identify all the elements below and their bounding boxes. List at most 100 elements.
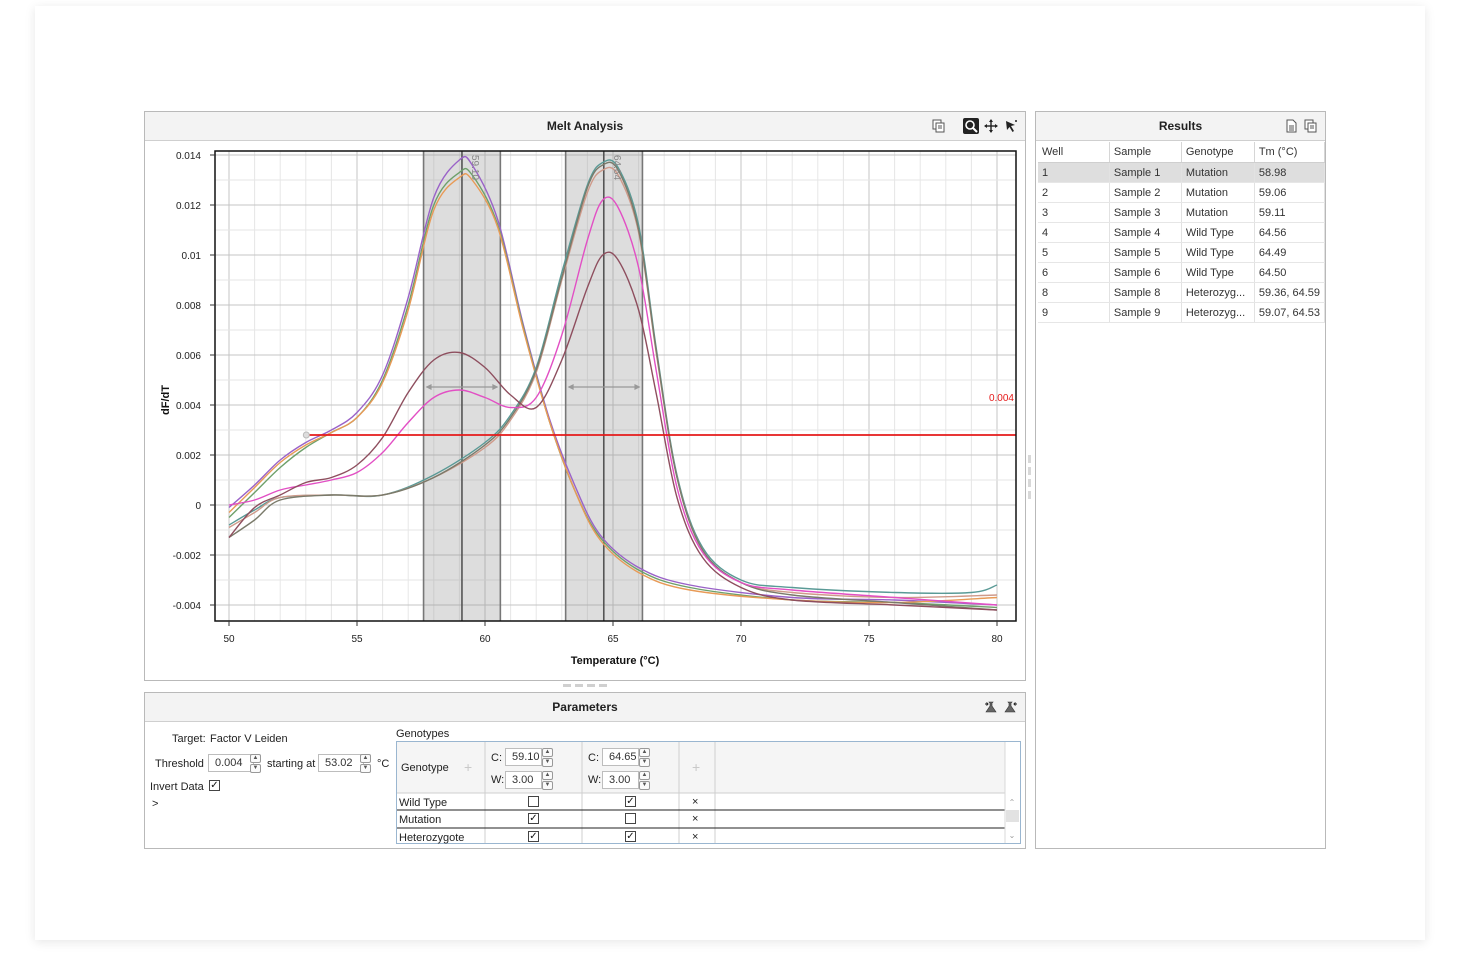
peak1-center-input[interactable]: 59.10 [505, 748, 542, 766]
table-row[interactable]: 2 Sample 2 Mutation 59.06 [1038, 182, 1326, 203]
results-panel-header: Results [1036, 112, 1325, 141]
params-panel-title: Parameters [552, 700, 618, 714]
results-panel-title: Results [1158, 119, 1203, 133]
copy-icon[interactable] [931, 118, 947, 134]
peak1-center-spinner[interactable]: ▲ ▼ [542, 748, 553, 767]
cell-sample: Sample 8 [1109, 282, 1182, 303]
delete-row-icon[interactable]: × [692, 796, 698, 808]
peak2-center-spinner[interactable]: ▲ ▼ [639, 748, 650, 767]
peak2-c-label: C: [588, 752, 599, 764]
cell-well: 3 [1038, 202, 1110, 223]
peak1-width-input[interactable]: 3.00 [505, 771, 542, 789]
cell-well: 6 [1038, 262, 1110, 283]
flask-export-icon[interactable] [983, 699, 999, 715]
cell-tm: 64.56 [1254, 222, 1326, 243]
peak2-center-input[interactable]: 64.65 [602, 748, 639, 766]
genotype-column-label: Genotype [401, 762, 449, 774]
target-value: Factor V Leiden [210, 733, 288, 745]
genotype-p1-checkbox[interactable]: ✓ [528, 831, 539, 842]
genotype-p2-checkbox[interactable]: ✓ [625, 796, 636, 807]
cell-well: 2 [1038, 182, 1110, 203]
table-row[interactable]: 5 Sample 5 Wild Type 64.49 [1038, 242, 1326, 263]
threshold-param-label: Threshold [155, 758, 204, 770]
table-row[interactable]: 3 Sample 3 Mutation 59.11 [1038, 202, 1326, 223]
cell-genotype: Heterozyg... [1181, 282, 1255, 303]
genotype-row-name: Mutation [399, 814, 442, 826]
genotypes-label: Genotypes [396, 728, 450, 740]
flask-import-icon[interactable] [1003, 699, 1019, 715]
genotype-row-name: Wild Type [399, 797, 448, 809]
starting-at-label: starting at [267, 758, 316, 770]
vertical-splitter[interactable] [1028, 455, 1032, 505]
cell-tm: 59.36, 64.59 [1254, 282, 1326, 303]
cell-well: 5 [1038, 242, 1110, 263]
cell-well: 9 [1038, 302, 1110, 323]
melt-panel-title: Melt Analysis [546, 119, 624, 133]
cell-tm: 64.49 [1254, 242, 1326, 263]
unit-label: °C [377, 758, 390, 770]
genotype-p1-checkbox[interactable]: ✓ [528, 813, 539, 824]
results-panel: Results Well Sample Genotype Tm (°C) 1 Sa… [1035, 111, 1326, 849]
expand-chevron[interactable]: > [152, 798, 158, 810]
horizontal-splitter[interactable] [563, 684, 609, 688]
melt-analysis-panel: Melt Analysis [144, 111, 1026, 681]
genotype-p1-checkbox[interactable] [528, 796, 539, 807]
threshold-spinner[interactable]: ▲ ▼ [250, 754, 261, 773]
zoom-icon[interactable] [963, 118, 979, 134]
cell-genotype: Wild Type [1181, 262, 1255, 283]
cell-genotype: Heterozyg... [1181, 302, 1255, 323]
cell-sample: Sample 2 [1109, 182, 1182, 203]
copy-icon[interactable] [1303, 118, 1319, 134]
peak1-w-label: W: [491, 774, 505, 786]
results-header-row: Well Sample Genotype Tm (°C) [1038, 142, 1326, 163]
invert-data-checkbox[interactable]: ✓ [209, 780, 220, 791]
peak2-width-spinner[interactable]: ▲ ▼ [639, 771, 650, 790]
cell-genotype: Wild Type [1181, 242, 1255, 263]
genotype-row-name: Heterozygote [399, 832, 465, 844]
cell-sample: Sample 4 [1109, 222, 1182, 243]
peak2-width-input[interactable]: 3.00 [602, 771, 639, 789]
invert-data-label: Invert Data [150, 781, 204, 793]
starting-at-spinner[interactable]: ▲ ▼ [360, 754, 371, 773]
cell-genotype: Mutation [1181, 162, 1255, 183]
delete-row-icon[interactable]: × [692, 831, 698, 843]
cell-tm: 59.06 [1254, 182, 1326, 203]
column-header-genotype[interactable]: Genotype [1181, 142, 1255, 163]
results-table: Well Sample Genotype Tm (°C) 1 Sample 1 Mu… [1038, 142, 1326, 323]
cell-genotype: Wild Type [1181, 222, 1255, 243]
cell-sample: Sample 1 [1109, 162, 1182, 183]
melt-panel-header: Melt Analysis [145, 112, 1025, 141]
starting-at-input[interactable]: 53.02 [318, 754, 364, 772]
pan-icon[interactable] [983, 118, 999, 134]
threshold-input[interactable]: 0.004 [208, 754, 254, 772]
peak1-width-spinner[interactable]: ▲ ▼ [542, 771, 553, 790]
column-header-sample[interactable]: Sample [1109, 142, 1182, 163]
table-row[interactable]: 9 Sample 9 Heterozyg... 59.07, 64.53 [1038, 302, 1326, 323]
cell-genotype: Mutation [1181, 202, 1255, 223]
table-row[interactable]: 6 Sample 6 Wild Type 64.50 [1038, 262, 1326, 283]
cell-sample: Sample 3 [1109, 202, 1182, 223]
cell-sample: Sample 9 [1109, 302, 1182, 323]
genotype-p2-checkbox[interactable] [625, 813, 636, 824]
peak1-c-label: C: [491, 752, 502, 764]
pointer-icon[interactable] [1003, 118, 1019, 134]
genotypes-grid [396, 741, 1021, 844]
peak2-w-label: W: [588, 774, 602, 786]
cell-tm: 59.11 [1254, 202, 1326, 223]
table-row[interactable]: 8 Sample 8 Heterozyg... 59.36, 64.59 [1038, 282, 1326, 303]
genotype-p2-checkbox[interactable]: ✓ [625, 831, 636, 842]
table-row[interactable]: 1 Sample 1 Mutation 58.98 [1038, 162, 1326, 183]
export-icon[interactable] [1283, 118, 1299, 134]
delete-row-icon[interactable]: × [692, 813, 698, 825]
cell-tm: 58.98 [1254, 162, 1326, 183]
cell-well: 1 [1038, 162, 1110, 183]
params-panel-header: Parameters [145, 693, 1025, 722]
cell-tm: 59.07, 64.53 [1254, 302, 1326, 323]
cell-sample: Sample 5 [1109, 242, 1182, 263]
cell-well: 4 [1038, 222, 1110, 243]
target-label: Target: [172, 733, 206, 745]
column-header-tm[interactable]: Tm (°C) [1254, 142, 1326, 163]
cell-sample: Sample 6 [1109, 262, 1182, 283]
column-header-well[interactable]: Well [1038, 142, 1110, 163]
table-row[interactable]: 4 Sample 4 Wild Type 64.56 [1038, 222, 1326, 243]
